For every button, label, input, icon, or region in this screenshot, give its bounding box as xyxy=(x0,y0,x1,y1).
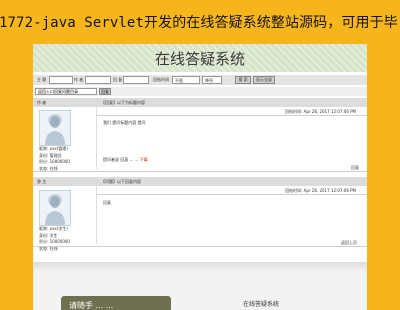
avatar xyxy=(39,190,71,226)
reply-label: 回 复 xyxy=(113,77,123,82)
signature-text: 提问者说 回复 ... ... xyxy=(103,157,139,162)
footer-ad[interactable]: 请随手 ... ... xyxy=(61,296,171,310)
info-line: 昵称: xxx(学生) xyxy=(39,226,68,231)
app-window: 在线答疑系统 主 题 作 者 回 复 回帖时间 不限 降序 搜 索 显示全部 返… xyxy=(33,44,367,310)
post-header: 答 主 【问题】以下回复内容 xyxy=(33,177,367,186)
post-rule xyxy=(97,194,367,195)
footer-shadow xyxy=(33,262,367,272)
search-bar: 主 题 作 者 回 复 回帖时间 不限 降序 搜 索 显示全部 xyxy=(33,75,367,85)
jump-button[interactable]: 回复 xyxy=(99,88,111,95)
app-title: 在线答疑系统 xyxy=(154,50,245,68)
post-author-label: 作 者 xyxy=(37,100,47,105)
info-line: 积分: 10000000 xyxy=(39,159,70,164)
tab-bar: 返回入口回复问题目录 回复 xyxy=(33,87,367,96)
footer-text: 在线答疑系统 xyxy=(243,301,280,308)
post-separator xyxy=(33,171,367,172)
avatar xyxy=(39,110,71,146)
time-select[interactable]: 不限 xyxy=(172,76,200,84)
avatar-icon xyxy=(45,114,65,145)
jump-select[interactable]: 返回入口回复问题目录 xyxy=(35,88,97,95)
post-divider xyxy=(96,107,97,169)
reply-input[interactable] xyxy=(123,76,149,84)
order-select-value: 降序 xyxy=(205,78,213,83)
post-content: 我们 提问标题内容 提问 xyxy=(103,120,146,125)
avatar-icon xyxy=(45,194,65,225)
app-header: 在线答疑系统 xyxy=(33,44,367,72)
post-header: 作 者 【回复】以下为标题内容 xyxy=(33,98,367,107)
show-all-button[interactable]: 显示全部 xyxy=(253,76,275,84)
topic-label: 主 题 xyxy=(37,77,47,82)
author-input[interactable] xyxy=(85,76,111,84)
jump-select-label: 返回入口回复问题目录 xyxy=(38,89,78,94)
post-title[interactable]: 【问题】以下回复内容 xyxy=(101,179,141,185)
topic-input[interactable] xyxy=(49,76,73,84)
order-select[interactable]: 降序 xyxy=(202,76,222,84)
post-author-info: 昵称: xxx(管理) 身份: 管理员 积分: 10000000 状态: 在线 xyxy=(39,146,70,172)
post-author-label: 答 主 xyxy=(37,179,47,184)
search-button[interactable]: 搜 索 xyxy=(235,76,251,84)
info-line: 积分: 10000000 xyxy=(39,239,70,244)
post-rule xyxy=(97,115,367,116)
time-label: 回帖时间 xyxy=(153,77,169,82)
post-author-info: 昵称: xxx(学生) 身份: 学生 积分: 10000000 状态: 在线 xyxy=(39,226,70,252)
post-signature: 提问者说 回复 ... ... 下载 xyxy=(103,157,148,163)
post-title[interactable]: 【回复】以下为标题内容 xyxy=(101,100,145,106)
footer-ad-text: 请随手 ... ... xyxy=(69,301,114,310)
signature-link[interactable]: 下载 xyxy=(140,157,148,162)
author-label: 作 者 xyxy=(74,77,84,82)
time-select-value: 不限 xyxy=(175,78,183,83)
post-content: 回复 xyxy=(103,200,111,205)
banner-title: 1772-java Servlet开发的在线答疑系统整站源码，可用于毕 xyxy=(0,15,398,31)
info-line: 昵称: xxx(管理) xyxy=(39,146,68,151)
post-separator xyxy=(33,246,367,247)
